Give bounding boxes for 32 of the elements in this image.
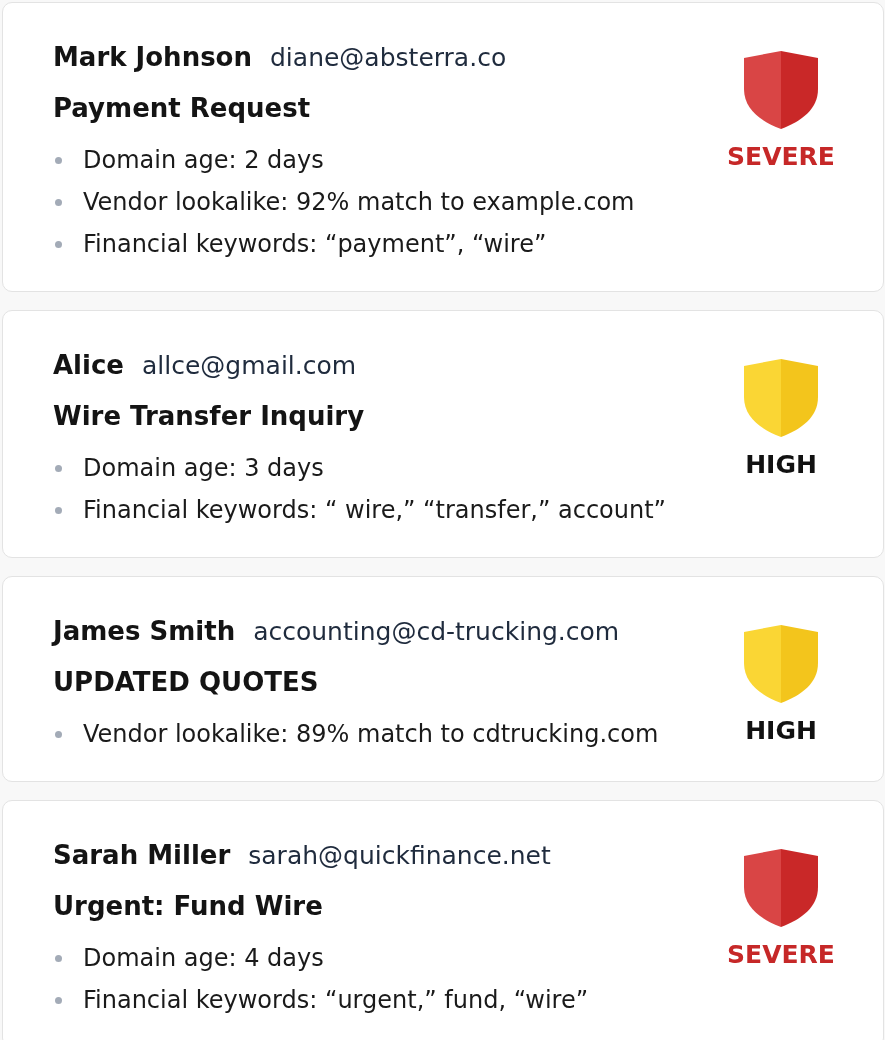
severity-label: SEVERE <box>727 939 835 971</box>
risk-indicator: Domain age: 3 days <box>83 454 324 482</box>
bullet-icon <box>55 240 62 248</box>
severity-label: HIGH <box>745 715 817 747</box>
bullet-icon <box>55 156 62 164</box>
sender-name: Mark Johnson <box>53 41 252 74</box>
bullet-icon <box>55 198 62 206</box>
bullet-icon <box>55 464 62 472</box>
sender-email: diane@absterra.co <box>270 42 507 74</box>
risk-indicator: Financial keywords: “urgent,” fund, “wire” <box>83 986 589 1014</box>
email-subject: UPDATED QUOTES <box>53 666 320 699</box>
email-subject: Urgent: Fund Wire <box>53 890 324 923</box>
sender-email: allce@gmail.com <box>142 350 357 382</box>
risk-indicator: Domain age: 2 days <box>83 146 324 174</box>
email-subject: Payment Request <box>53 92 312 125</box>
email-subject: Wire Transfer Inquiry <box>53 400 366 433</box>
severity-label: SEVERE <box>727 141 835 173</box>
risk-indicator: Vendor lookalike: 89% match to cdtrucking.com <box>83 720 659 748</box>
bullet-icon <box>55 730 62 738</box>
bullet-icon <box>55 954 62 962</box>
sender-name: Sarah Miller <box>53 839 231 872</box>
sender-email: accounting@cd-trucking.com <box>253 616 620 648</box>
risk-indicator: Financial keywords: “ wire,” “transfer,” account” <box>83 496 667 524</box>
bullet-icon <box>55 506 62 514</box>
sender-name: Alice <box>53 349 124 382</box>
sender-name: James Smith <box>53 615 236 648</box>
sender-email: sarah@quickfinance.net <box>248 840 551 872</box>
risk-indicator: Financial keywords: “payment”, “wire” <box>83 230 547 258</box>
risk-indicator: Vendor lookalike: 92% match to example.com <box>83 188 635 216</box>
bullet-icon <box>55 996 62 1004</box>
severity-label: HIGH <box>745 449 817 481</box>
risk-indicator: Domain age: 4 days <box>83 944 324 972</box>
